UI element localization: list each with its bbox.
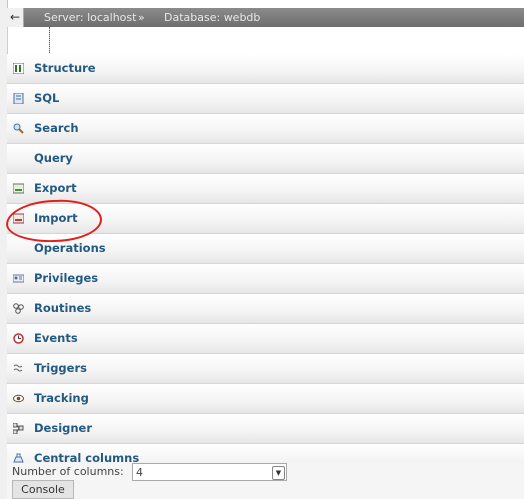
menu-item-search[interactable]: Search — [7, 114, 524, 144]
tab-divider — [49, 27, 50, 53]
events-icon — [13, 333, 24, 344]
breadcrumb-server[interactable]: Server: localhost — [44, 8, 136, 27]
export-icon — [12, 183, 25, 194]
menu-item-label: Privileges — [34, 271, 99, 285]
menu-item-triggers[interactable]: Triggers — [7, 354, 524, 384]
breadcrumb-bar: ← Server: localhost » Database: webdb — [7, 8, 524, 27]
menu-item-label: SQL — [34, 91, 60, 105]
sql-icon — [13, 92, 24, 105]
database-menu: Structure SQL Search Query Export Import… — [7, 54, 524, 474]
menu-item-label: Search — [34, 121, 79, 135]
menu-item-label: Designer — [34, 421, 93, 435]
menu-item-label: Query — [34, 151, 73, 165]
menu-item-structure[interactable]: Structure — [7, 54, 524, 84]
menu-item-label: Events — [34, 331, 78, 345]
triggers-icon — [13, 363, 24, 374]
breadcrumb-database[interactable]: Database: webdb — [164, 8, 260, 27]
breadcrumb-separator: » — [138, 11, 145, 24]
tracking-icon — [13, 393, 24, 404]
back-arrow-icon[interactable]: ← — [7, 8, 24, 27]
menu-item-query[interactable]: Query — [7, 144, 524, 174]
chevron-down-icon[interactable]: ▼ — [272, 466, 285, 480]
console-tab[interactable]: Console — [12, 480, 74, 499]
menu-item-label: Routines — [34, 301, 92, 315]
menu-item-operations[interactable]: Operations — [7, 234, 524, 264]
designer-icon — [12, 422, 24, 435]
number-of-columns-value: 4 — [136, 466, 143, 479]
menu-item-tracking[interactable]: Tracking — [7, 384, 524, 414]
menu-item-sql[interactable]: SQL — [7, 84, 524, 114]
blank-tab[interactable] — [7, 27, 50, 53]
menu-item-privileges[interactable]: Privileges — [7, 264, 524, 294]
privileges-icon — [12, 273, 25, 284]
number-of-columns-label: Number of columns: — [12, 465, 124, 478]
number-of-columns-select[interactable]: 4 ▼ — [132, 463, 287, 481]
menu-item-label: Structure — [34, 61, 96, 75]
menu-item-export[interactable]: Export — [7, 174, 524, 204]
menu-item-label: Export — [34, 181, 77, 195]
menu-item-label: Triggers — [34, 361, 87, 375]
menu-item-label: Tracking — [34, 391, 89, 405]
search-icon — [13, 123, 24, 134]
menu-item-routines[interactable]: Routines — [7, 294, 524, 324]
menu-item-designer[interactable]: Designer — [7, 414, 524, 444]
menu-item-events[interactable]: Events — [7, 324, 524, 354]
routines-icon — [13, 303, 24, 314]
structure-icon — [12, 62, 25, 75]
